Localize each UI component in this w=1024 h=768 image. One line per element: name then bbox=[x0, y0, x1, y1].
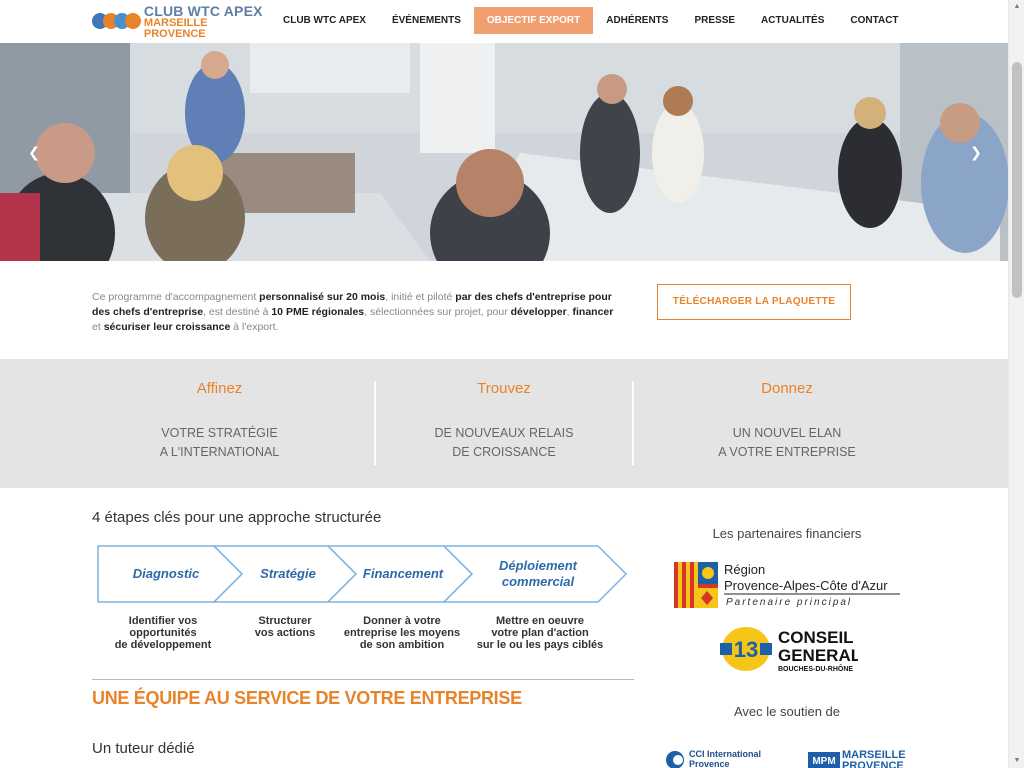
benefit-heading: Donnez bbox=[761, 380, 813, 397]
svg-text:BOUCHES-DU-RHÔNE: BOUCHES-DU-RHÔNE bbox=[778, 664, 853, 673]
marseille-provence-logo[interactable]: MPM MARSEILLE PROVENCE bbox=[808, 748, 908, 768]
support-heading: Avec le soutien de bbox=[734, 704, 840, 719]
benefits-band: Affinez VOTRE STRATÉGIE A L'INTERNATIONAL… bbox=[0, 359, 1008, 488]
step-caption-2: Structurer vos actions bbox=[254, 615, 316, 639]
hero-slider: ❮ ❯ bbox=[0, 43, 1008, 261]
intro-paragraph: Ce programme d'accompagnement personnali… bbox=[92, 291, 614, 333]
benefit-donnez: Donnez UN NOUVEL ELAN A VOTRE ENTREPRISE bbox=[634, 359, 940, 462]
top-navbar: CLUB WTC APEX MARSEILLE PROVENCE CLUB WT… bbox=[0, 0, 1008, 43]
logo-text: CLUB WTC APEX MARSEILLE PROVENCE bbox=[144, 4, 272, 40]
vertical-scrollbar[interactable]: ▲ ▼ bbox=[1008, 0, 1024, 768]
benefit-affinez: Affinez VOTRE STRATÉGIE A L'INTERNATIONAL bbox=[92, 359, 347, 462]
benefit-text: DE NOUVEAUX RELAIS DE CROISSANCE bbox=[434, 426, 574, 459]
scroll-up-icon[interactable]: ▲ bbox=[1009, 0, 1024, 14]
step-label-4: Déploiement bbox=[499, 558, 578, 573]
svg-text:GENERAL: GENERAL bbox=[778, 646, 858, 665]
steps-title: 4 étapes clés pour une approche structur… bbox=[92, 509, 382, 526]
chevron-right-icon[interactable]: ❯ bbox=[969, 143, 983, 161]
section-divider bbox=[92, 679, 634, 680]
cci-international-logo[interactable]: CCI International Provence bbox=[665, 748, 775, 768]
step-caption-1: Identifier vos opportunités de développeme… bbox=[114, 615, 212, 651]
hero-photo bbox=[0, 43, 1008, 261]
menu-item-evenements[interactable]: ÉVÉNEMENTS bbox=[379, 7, 474, 34]
step-caption-4: Mettre en oeuvre votre plan d'action sur l… bbox=[476, 615, 604, 651]
menu-item-adherents[interactable]: ADHÉRENTS bbox=[593, 7, 681, 34]
scroll-down-icon[interactable]: ▼ bbox=[1009, 754, 1024, 768]
conseil-general-logo[interactable]: 13 CONSEIL GENERAL BOUCHES-DU-RHÔNE bbox=[718, 625, 858, 673]
menu-item-presse[interactable]: PRESSE bbox=[681, 7, 748, 34]
step-label-3: Financement bbox=[363, 566, 444, 581]
menu-item-club[interactable]: CLUB WTC APEX bbox=[270, 7, 379, 34]
step-label-1: Diagnostic bbox=[133, 566, 200, 581]
region-paca-logo[interactable]: Région Provence-Alpes-Côte d'Azur Parten… bbox=[674, 562, 900, 610]
svg-text:CONSEIL: CONSEIL bbox=[778, 628, 854, 647]
steps-diagram: Diagnostic Stratégie Financement Déploie… bbox=[97, 545, 628, 603]
benefit-heading: Affinez bbox=[196, 380, 243, 397]
tutor-title: Un tuteur dédié bbox=[92, 740, 195, 757]
svg-text:Provence: Provence bbox=[689, 759, 730, 768]
step-caption-3: Donner à votre entreprise les moyens de so… bbox=[343, 615, 461, 651]
benefit-text: UN NOUVEL ELAN A VOTRE ENTREPRISE bbox=[718, 426, 856, 459]
benefit-text: VOTRE STRATÉGIE A L'INTERNATIONAL bbox=[159, 426, 280, 459]
menu-item-contact[interactable]: CONTACT bbox=[837, 7, 911, 34]
step-label-2: Stratégie bbox=[260, 566, 316, 581]
page: CLUB WTC APEX MARSEILLE PROVENCE CLUB WT… bbox=[0, 0, 1024, 768]
svg-text:Région: Région bbox=[724, 562, 765, 577]
svg-text:13: 13 bbox=[734, 637, 758, 662]
svg-text:Partenaire principal: Partenaire principal bbox=[726, 597, 852, 608]
scrollbar-thumb[interactable] bbox=[1012, 62, 1022, 298]
chevron-left-icon[interactable]: ❮ bbox=[27, 143, 41, 161]
svg-text:CCI International: CCI International bbox=[689, 749, 761, 759]
benefit-heading: Trouvez bbox=[477, 380, 531, 397]
svg-text:MPM: MPM bbox=[812, 756, 835, 767]
globes-icon bbox=[92, 9, 142, 35]
team-section-title: UNE ÉQUIPE AU SERVICE DE VOTRE ENTREPRIS… bbox=[92, 688, 522, 708]
step-label-4b: commercial bbox=[502, 574, 575, 589]
svg-text:Provence-Alpes-Côte d'Azur: Provence-Alpes-Côte d'Azur bbox=[724, 578, 888, 593]
partners-heading: Les partenaires financiers bbox=[712, 526, 862, 541]
site-logo[interactable]: CLUB WTC APEX MARSEILLE PROVENCE bbox=[92, 4, 272, 40]
logo-subtitle: MARSEILLE PROVENCE bbox=[143, 17, 208, 40]
svg-text:PROVENCE: PROVENCE bbox=[842, 760, 904, 768]
logo-title: CLUB WTC APEX bbox=[143, 3, 263, 19]
menu-item-actualites[interactable]: ACTUALITÉS bbox=[748, 7, 837, 34]
download-brochure-button[interactable]: TÉLÉCHARGER LA PLAQUETTE bbox=[657, 284, 851, 320]
menu-item-objectif-export[interactable]: OBJECTIF EXPORT bbox=[473, 7, 594, 34]
main-menu: CLUB WTC APEX ÉVÉNEMENTS OBJECTIF EXPORT… bbox=[270, 7, 912, 34]
benefit-trouvez: Trouvez DE NOUVEAUX RELAIS DE CROISSANCE bbox=[376, 359, 632, 462]
